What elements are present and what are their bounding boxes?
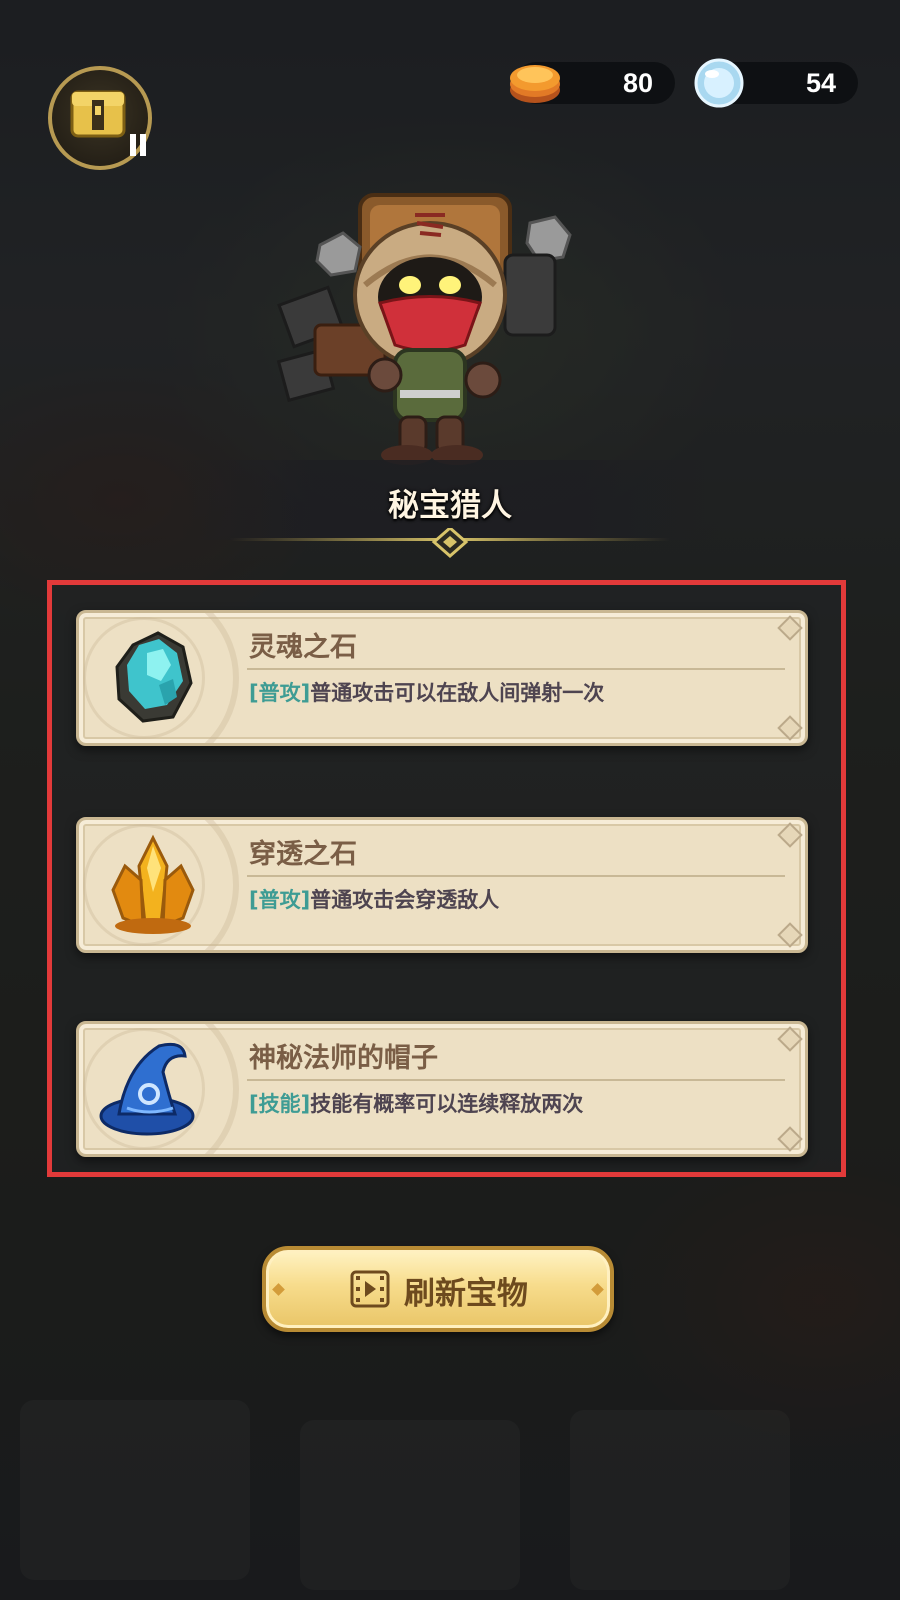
treasure-chest-pause-button[interactable] — [48, 66, 152, 170]
card-corner-ornament — [777, 822, 803, 848]
card-corner-ornament — [777, 1026, 803, 1052]
treasure-tag: [技能] — [249, 1092, 311, 1116]
diamond-gem-icon — [694, 58, 744, 108]
treasure-description-line: [普攻]普通攻击会穿透敌人 — [249, 884, 499, 914]
treasure-tag: [普攻] — [249, 681, 311, 705]
treasure-description-line: [技能]技能有概率可以连续释放两次 — [249, 1088, 583, 1118]
card-divider-line — [247, 668, 785, 670]
refresh-button-label: 刷新宝物 — [404, 1276, 528, 1312]
treasure-card-soul-stone[interactable]: 灵魂之石 [普攻]普通攻击可以在敌人间弹射一次 — [76, 610, 808, 746]
card-divider-line — [247, 1079, 785, 1081]
treasure-description: 普通攻击会穿透敌人 — [310, 888, 500, 912]
refresh-treasure-button[interactable]: 刷新宝物 — [262, 1246, 614, 1332]
treasure-title: 神秘法师的帽子 — [249, 1043, 438, 1074]
button-gem-ornament — [272, 1283, 285, 1296]
ornament-divider — [230, 528, 670, 558]
treasure-card-pierce-stone[interactable]: 穿透之石 [普攻]普通攻击会穿透敌人 — [76, 817, 808, 953]
treasure-title: 灵魂之石 — [249, 632, 357, 663]
card-corner-ornament — [777, 615, 803, 641]
treasure-description: 技能有概率可以连续释放两次 — [310, 1092, 584, 1116]
pierce-stone-icon — [111, 834, 195, 934]
treasure-description: 普通攻击可以在敌人间弹射一次 — [310, 681, 605, 705]
card-divider-line — [247, 875, 785, 877]
diamond-amount: 54 — [805, 68, 836, 98]
treasure-tag: [普攻] — [249, 888, 311, 912]
gold-coin-amount: 80 — [622, 68, 653, 98]
card-corner-ornament — [777, 922, 803, 948]
soul-stone-icon — [115, 631, 193, 723]
treasure-card-wizard-hat[interactable]: 神秘法师的帽子 [技能]技能有概率可以连续释放两次 — [76, 1021, 808, 1157]
treasure-title: 穿透之石 — [249, 839, 357, 870]
gold-coin-counter: 80 — [510, 62, 675, 104]
treasure-description-line: [普攻]普通攻击可以在敌人间弹射一次 — [249, 677, 604, 707]
video-play-icon — [350, 1270, 390, 1308]
hooded-hunter-character — [276, 193, 572, 465]
card-corner-ornament — [777, 1126, 803, 1152]
wizard-hat-icon — [99, 1042, 195, 1136]
card-corner-ornament — [777, 715, 803, 741]
diamond-counter: 54 — [694, 58, 858, 108]
button-gem-ornament — [591, 1283, 604, 1296]
treasure-chest-pause-icon — [70, 90, 146, 156]
gold-coin-icon — [510, 65, 560, 103]
hero-name: 秘宝猎人 — [388, 488, 512, 524]
